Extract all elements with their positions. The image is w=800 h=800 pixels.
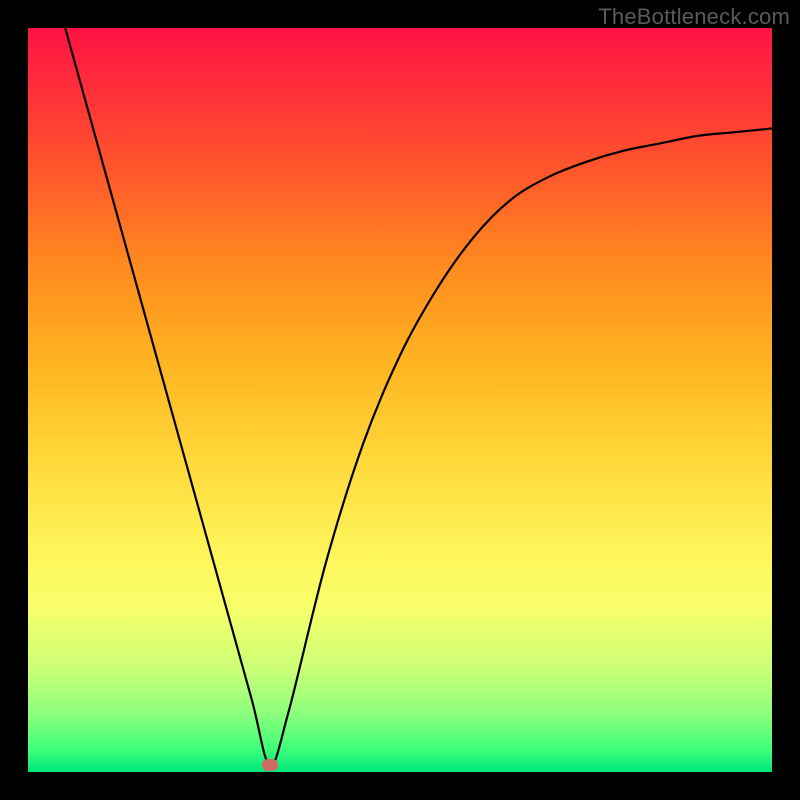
- watermark-text: TheBottleneck.com: [598, 4, 790, 30]
- bottleneck-curve: [28, 28, 772, 772]
- optimum-marker: [262, 759, 278, 771]
- chart-plot-area: [28, 28, 772, 772]
